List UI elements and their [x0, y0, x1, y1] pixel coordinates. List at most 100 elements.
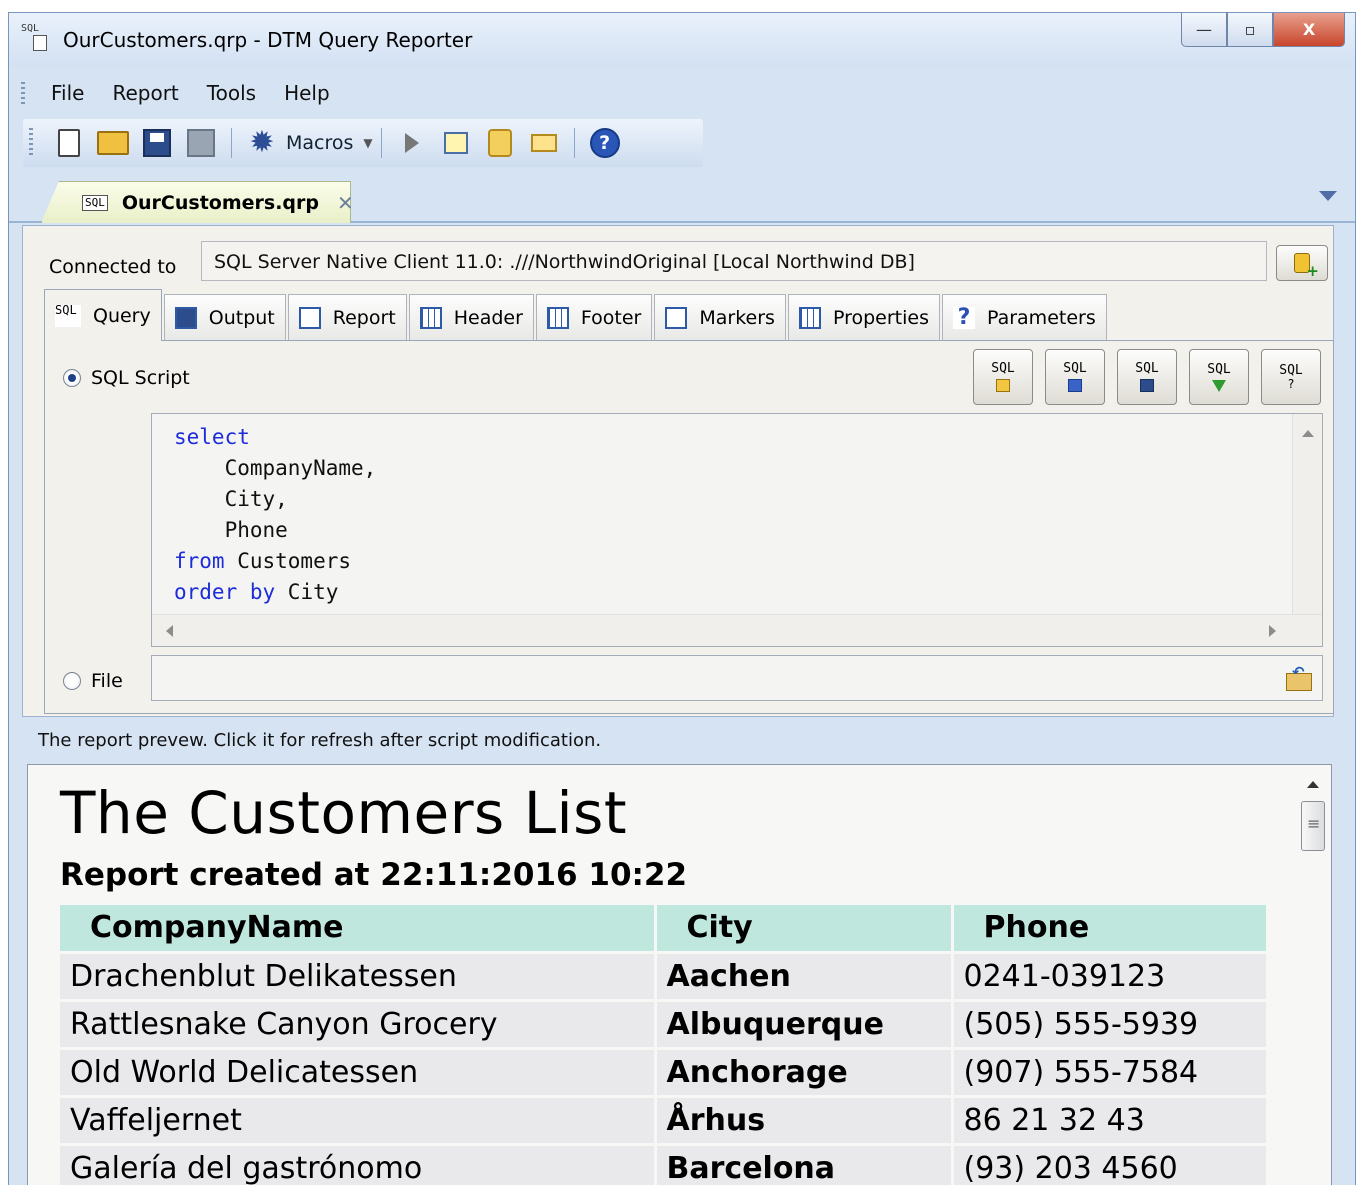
cell-company: Vaffeljernet [60, 1094, 657, 1144]
cell-company: Drachenblut Delikatessen [60, 950, 657, 1000]
menu-bar: File Report Tools Help [9, 75, 1355, 111]
scroll-left-icon[interactable] [166, 625, 173, 637]
tab-footer[interactable]: Footer [535, 294, 653, 340]
sql-script-label[interactable]: SQL Script [91, 367, 190, 389]
title-bar[interactable]: SQL OurCustomers.qrp - DTM Query Reporte… [9, 13, 1355, 67]
mail-button[interactable] [527, 126, 561, 160]
table-row: Rattlesnake Canyon Grocery Albuquerque (50… [60, 998, 1269, 1048]
tab-output[interactable]: Output [163, 294, 286, 340]
sql-keyword: order by [174, 580, 276, 604]
tab-report[interactable]: Report [287, 294, 407, 340]
mail-icon [530, 134, 557, 152]
cell-city: Anchorage [655, 1046, 954, 1096]
menu-file[interactable]: File [37, 81, 98, 105]
code-line: order by City [174, 577, 376, 608]
cell-phone: 0241-039123 [952, 950, 1269, 1000]
tab-label: Parameters [986, 306, 1096, 329]
cell-phone: (505) 555-5939 [952, 998, 1269, 1048]
tab-parameters[interactable]: ? Parameters [941, 294, 1107, 340]
document-tab-label: OurCustomers.qrp [121, 191, 319, 214]
macros-gear-button[interactable]: ✹ [245, 126, 279, 160]
sql-button-text: SQL [1207, 361, 1231, 377]
arrow-down-icon [1212, 379, 1226, 392]
preview-caption: The report prevew. Click it for refresh … [38, 730, 602, 751]
tab-query[interactable]: SQL Query [44, 289, 162, 341]
query-editor-panel: Connected to SQL Server Native Client 11… [22, 225, 1334, 717]
tab-list-dropdown-icon[interactable] [1319, 191, 1337, 201]
minimize-button[interactable]: — [1181, 13, 1227, 47]
arrow-icon: ↶ [1292, 663, 1305, 681]
document-tab[interactable]: SQL OurCustomers.qrp ✕ [41, 181, 351, 223]
sql-button-text: SQL [1063, 361, 1087, 376]
tab-header[interactable]: Header [408, 294, 534, 340]
play-icon [404, 133, 419, 153]
open-icon [97, 131, 129, 155]
window-title: OurCustomers.qrp - DTM Query Reporter [63, 28, 473, 52]
scroll-up-icon[interactable] [1302, 430, 1314, 437]
tab-label: Query [93, 304, 151, 327]
run-button[interactable] [395, 126, 429, 160]
sql-button-group: SQL SQL SQL SQL SQL ? [973, 349, 1321, 405]
cell-company: Galería del gastrónomo [60, 1142, 657, 1185]
sql-keyword: select [174, 425, 250, 449]
sql-save-button[interactable]: SQL [1117, 349, 1177, 405]
menu-grip[interactable] [21, 82, 25, 104]
scrollbar-thumb[interactable] [1301, 801, 1325, 851]
tab-markers[interactable]: Markers [654, 294, 786, 340]
connect-button[interactable] [1276, 245, 1328, 281]
database-add-icon [1294, 253, 1319, 280]
tab-properties[interactable]: Properties [787, 294, 940, 340]
checklist-icon [665, 306, 688, 329]
toolbar-grip[interactable] [29, 128, 33, 158]
code-line: select [174, 422, 376, 453]
browse-file-button[interactable]: ↶ [1284, 663, 1314, 693]
connection-field[interactable]: SQL Server Native Client 11.0: .///North… [201, 241, 1267, 281]
report-icon [443, 132, 468, 154]
script-button[interactable] [483, 126, 517, 160]
app-icon-text: SQL [21, 23, 40, 34]
toolbar-separator [380, 128, 382, 158]
menu-report[interactable]: Report [98, 81, 192, 105]
save-all-button[interactable] [184, 126, 218, 160]
question-icon: ? [952, 306, 975, 329]
file-path-field[interactable]: ↶ [151, 655, 1323, 701]
sql-copy-button[interactable]: SQL [1045, 349, 1105, 405]
sql-help-button[interactable]: SQL ? [1261, 349, 1321, 405]
table-row: Drachenblut Delikatessen Aachen 0241-03912… [60, 950, 1269, 1000]
sql-text: Phone [174, 518, 288, 542]
horizontal-scrollbar[interactable] [152, 614, 1322, 646]
save-button[interactable] [140, 126, 174, 160]
sql-execute-button[interactable]: SQL [1189, 349, 1249, 405]
new-button[interactable] [52, 126, 86, 160]
close-button[interactable]: X [1273, 13, 1345, 47]
column-header-phone: Phone [952, 905, 1269, 952]
sql-script-radio[interactable] [63, 369, 81, 387]
copy-icon [1068, 379, 1082, 392]
report-preview[interactable]: The Customers List Report created at 22:… [27, 764, 1332, 1185]
file-radio[interactable] [63, 672, 81, 690]
sql-editor[interactable]: select CompanyName, City, Phone from Cust… [151, 413, 1323, 647]
help-button[interactable]: ? [588, 126, 622, 160]
open-button[interactable] [96, 126, 130, 160]
sql-code[interactable]: select CompanyName, City, Phone from Cust… [174, 422, 376, 608]
settings-tabs: SQL Query Output Report Header Footer Ma… [44, 288, 1109, 341]
close-icon[interactable]: ✕ [337, 191, 351, 215]
report-subtitle: Report created at 22:11:2016 10:22 [60, 857, 688, 893]
vertical-scrollbar[interactable] [1292, 414, 1322, 614]
gear-icon: ✹ [249, 125, 275, 160]
menu-tools[interactable]: Tools [193, 81, 270, 105]
file-label[interactable]: File [91, 670, 123, 692]
sql-button-text: SQL [991, 361, 1015, 376]
preview-scrollbar[interactable] [1299, 765, 1327, 1185]
menu-help[interactable]: Help [270, 81, 344, 105]
scroll-up-icon[interactable] [1307, 781, 1319, 788]
toolbar-separator [231, 128, 232, 158]
sql-open-button[interactable]: SQL [973, 349, 1033, 405]
question-icon: ? [1287, 376, 1295, 391]
sql-icon: SQL [55, 304, 81, 327]
report-button[interactable] [439, 126, 473, 160]
grid-icon [546, 306, 569, 329]
macros-dropdown[interactable]: Macros ▼ [286, 132, 373, 154]
maximize-button[interactable]: ▫ [1227, 13, 1273, 47]
scroll-right-icon[interactable] [1269, 625, 1276, 637]
